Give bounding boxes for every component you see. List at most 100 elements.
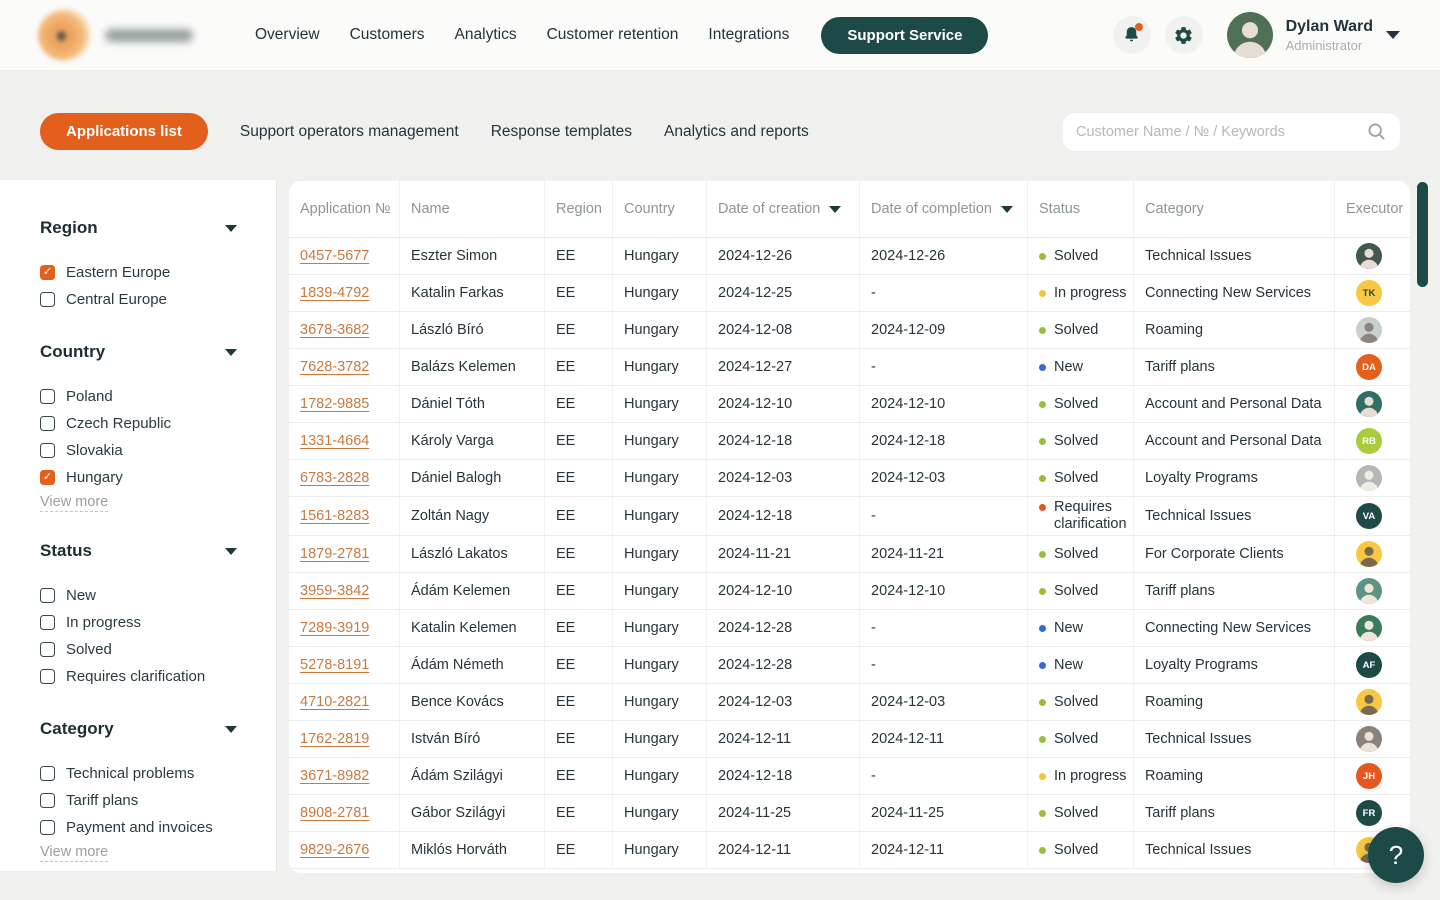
application-link[interactable]: 1561-8283 <box>300 508 369 525</box>
checkbox[interactable] <box>40 588 55 603</box>
app-logo[interactable] <box>38 9 193 61</box>
tab-support-operators-management[interactable]: Support operators management <box>240 123 459 141</box>
executor-avatar[interactable] <box>1356 243 1382 269</box>
executor-avatar[interactable]: RB <box>1356 428 1382 454</box>
executor-avatar[interactable] <box>1356 615 1382 641</box>
application-link[interactable]: 0457-5677 <box>300 248 369 265</box>
notifications-button[interactable] <box>1113 16 1151 54</box>
tab-applications-list[interactable]: Applications list <box>40 113 208 150</box>
checkbox[interactable] <box>40 443 55 458</box>
checkbox-checked[interactable]: ✓ <box>40 265 55 280</box>
executor-avatar[interactable]: JH <box>1356 763 1382 789</box>
executor-avatar[interactable]: VA <box>1356 503 1382 529</box>
application-link[interactable]: 5278-8191 <box>300 657 369 674</box>
filter-option[interactable]: Czech Republic <box>40 410 237 437</box>
executor-avatar[interactable] <box>1356 726 1382 752</box>
support-service-button[interactable]: Support Service <box>821 17 988 54</box>
filter-option[interactable]: Central Europe <box>40 286 237 313</box>
executor-avatar[interactable] <box>1356 391 1382 417</box>
filter-option[interactable]: Solved <box>40 636 237 663</box>
checkbox[interactable] <box>40 292 55 307</box>
checkbox[interactable] <box>40 615 55 630</box>
status-indicator: Solved <box>1039 731 1098 748</box>
column-header-date-of-completion[interactable]: Date of completion <box>860 181 1028 237</box>
filter-option[interactable]: Requires clarification <box>40 663 237 690</box>
application-link[interactable]: 3671-8982 <box>300 768 369 785</box>
application-link[interactable]: 1879-2781 <box>300 546 369 563</box>
help-button[interactable]: ? <box>1368 827 1424 883</box>
chevron-down-icon[interactable] <box>225 726 237 733</box>
filter-option[interactable]: Payment and invoices <box>40 814 237 841</box>
column-header-category: Category <box>1134 181 1335 237</box>
application-link[interactable]: 4710-2821 <box>300 694 369 711</box>
filter-option[interactable]: Poland <box>40 383 237 410</box>
application-link[interactable]: 1782-9885 <box>300 396 369 413</box>
chevron-down-icon[interactable] <box>225 225 237 232</box>
cell-name: Balázs Kelemen <box>400 349 545 385</box>
nav-item-analytics[interactable]: Analytics <box>455 26 517 44</box>
status-indicator: Solved <box>1039 433 1098 450</box>
person-photo-icon <box>1356 615 1382 641</box>
checkbox[interactable] <box>40 642 55 657</box>
executor-avatar[interactable] <box>1356 578 1382 604</box>
cell-date-of-completion: - <box>860 758 1028 794</box>
application-link[interactable]: 1331-4664 <box>300 433 369 450</box>
checkbox[interactable] <box>40 669 55 684</box>
application-link[interactable]: 1839-4792 <box>300 285 369 302</box>
application-link[interactable]: 9829-2676 <box>300 842 369 859</box>
search-icon[interactable] <box>1366 121 1387 142</box>
checkbox[interactable] <box>40 416 55 431</box>
cell-country: Hungary <box>613 832 707 868</box>
application-link[interactable]: 1762-2819 <box>300 731 369 748</box>
checkbox[interactable] <box>40 820 55 835</box>
executor-avatar[interactable]: DA <box>1356 354 1382 380</box>
executor-avatar[interactable]: FR <box>1356 800 1382 826</box>
nav-item-integrations[interactable]: Integrations <box>708 26 789 44</box>
column-header-date-of-creation[interactable]: Date of creation <box>707 181 860 237</box>
search-box[interactable] <box>1063 113 1400 151</box>
application-link[interactable]: 3959-3842 <box>300 583 369 600</box>
checkbox[interactable] <box>40 793 55 808</box>
column-header-application-: Application № <box>289 181 400 237</box>
filter-option[interactable]: Slovakia <box>40 437 237 464</box>
executor-avatar[interactable] <box>1356 465 1382 491</box>
filter-option[interactable]: ✓Eastern Europe <box>40 259 237 286</box>
application-link[interactable]: 7628-3782 <box>300 359 369 376</box>
executor-avatar[interactable] <box>1356 541 1382 567</box>
nav-item-customers[interactable]: Customers <box>350 26 425 44</box>
application-link[interactable]: 3678-3682 <box>300 322 369 339</box>
settings-button[interactable] <box>1165 16 1203 54</box>
checkbox-checked[interactable]: ✓ <box>40 470 55 485</box>
nav-item-overview[interactable]: Overview <box>255 26 320 44</box>
cell-executor: RB <box>1335 423 1409 459</box>
application-link[interactable]: 7289-3919 <box>300 620 369 637</box>
view-more-link[interactable]: View more <box>40 494 108 512</box>
cell-country: Hungary <box>613 497 707 535</box>
chevron-down-icon[interactable] <box>225 548 237 555</box>
executor-avatar[interactable]: TK <box>1356 280 1382 306</box>
application-link[interactable]: 8908-2781 <box>300 805 369 822</box>
search-input[interactable] <box>1076 124 1366 140</box>
cell-country: Hungary <box>613 386 707 422</box>
filter-option[interactable]: New <box>40 582 237 609</box>
filter-option[interactable]: Tariff plans <box>40 787 237 814</box>
executor-avatar[interactable]: AF <box>1356 652 1382 678</box>
executor-avatar[interactable] <box>1356 689 1382 715</box>
nav-item-customer-retention[interactable]: Customer retention <box>547 26 679 44</box>
user-menu[interactable]: Dylan Ward Administrator <box>1227 12 1400 58</box>
cell-country: Hungary <box>613 684 707 720</box>
checkbox[interactable] <box>40 766 55 781</box>
application-link[interactable]: 6783-2828 <box>300 470 369 487</box>
sort-desc-icon[interactable] <box>829 206 841 213</box>
filter-option[interactable]: In progress <box>40 609 237 636</box>
checkbox[interactable] <box>40 389 55 404</box>
tab-analytics-and-reports[interactable]: Analytics and reports <box>664 123 809 141</box>
filter-option[interactable]: Technical problems <box>40 760 237 787</box>
sort-desc-icon[interactable] <box>1001 206 1013 213</box>
chevron-down-icon[interactable] <box>225 349 237 356</box>
vertical-scrollbar-thumb[interactable] <box>1417 182 1428 287</box>
tab-response-templates[interactable]: Response templates <box>491 123 632 141</box>
executor-avatar[interactable] <box>1356 317 1382 343</box>
view-more-link[interactable]: View more <box>40 844 108 862</box>
filter-option[interactable]: ✓Hungary <box>40 464 237 491</box>
